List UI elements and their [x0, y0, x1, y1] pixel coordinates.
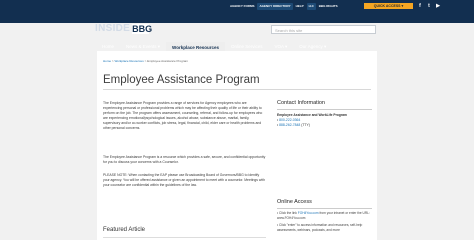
online-heading: Online Access — [277, 199, 312, 205]
contact-information-box: Contact Information Employee Assistance … — [277, 100, 372, 128]
nav-online-services[interactable]: Online Services — [225, 44, 269, 49]
breadcrumb-home[interactable]: Home — [103, 59, 111, 63]
online-bullet-1-prefix: • Click the link — [277, 211, 298, 215]
tty-label: (TTY) — [300, 123, 310, 127]
breadcrumb-current: Employee Assistance Program — [147, 59, 189, 63]
online-divider — [277, 208, 372, 209]
top-navigation-bar: AGENCY FORMS AGENCY DIRECTORY HELP H.C B… — [0, 0, 474, 34]
online-access-box: Online Access • Click the link FOH4You.c… — [277, 199, 372, 233]
utility-link-bbg-rights[interactable]: BBG RIGHTS — [317, 3, 340, 10]
title-divider — [103, 89, 371, 90]
intro-paragraph: The Employee Assistance Program provides… — [103, 101, 263, 130]
main-navigation: Home News & Events ▾ Workplace Resources… — [96, 42, 378, 53]
page-title: Employee Assistance Program — [103, 74, 260, 86]
logo-mark: BBG — [132, 23, 153, 34]
foh4you-link[interactable]: FOH4You.com — [298, 211, 319, 215]
phone-link-1[interactable]: 800-222-0364 — [279, 118, 300, 122]
utility-link-help[interactable]: HELP — [294, 3, 306, 10]
twitter-icon[interactable]: t — [426, 3, 432, 9]
facebook-icon[interactable]: f — [417, 3, 423, 9]
featured-divider — [103, 237, 266, 238]
resource-paragraph: The Employee Assistance Program is a res… — [103, 155, 266, 164]
logo-text: INSIDE — [95, 23, 131, 34]
nav-news-events[interactable]: News & Events ▾ — [120, 44, 166, 50]
nav-voa[interactable]: VOA ▾ — [269, 44, 294, 50]
phone-link-2[interactable]: 888-262-7848 — [279, 123, 300, 127]
social-links: f t ▶ — [417, 3, 441, 9]
contact-divider — [277, 109, 372, 110]
breadcrumb: Home > Workplace Resources > Employee As… — [103, 59, 188, 63]
featured-article-heading: Featured Article — [103, 227, 146, 233]
online-bullet-2: • Click "enter" to access information an… — [277, 223, 363, 232]
search-input[interactable]: Search this site — [271, 25, 376, 34]
utility-link-agency-forms[interactable]: AGENCY FORMS — [228, 3, 256, 10]
utility-link-hc[interactable]: H.C — [306, 3, 316, 10]
note-paragraph: PLEASE NOTE: When contacting the EAP ple… — [103, 173, 265, 187]
quick-access-button[interactable]: QUICK ACCESS ▾ — [364, 3, 413, 9]
youtube-icon[interactable]: ▶ — [435, 3, 441, 9]
contact-heading: Contact Information — [277, 100, 325, 106]
nav-our-agency[interactable]: Our Agency ▾ — [293, 44, 332, 50]
utility-links: AGENCY FORMS AGENCY DIRECTORY HELP H.C B… — [228, 3, 341, 10]
content-panel: Home > Workplace Resources > Employee As… — [97, 51, 377, 240]
breadcrumb-workplace-resources[interactable]: Workplace Resources — [114, 59, 143, 63]
utility-link-agency-directory[interactable]: AGENCY DIRECTORY — [257, 3, 293, 10]
site-logo[interactable]: INSIDE BBG — [95, 23, 153, 34]
nav-home[interactable]: Home — [96, 44, 120, 49]
phone-line-2: • 888-262-7848 (TTY) — [277, 123, 310, 127]
online-bullet-1: • Click the link FOH4You.com from your i… — [277, 211, 372, 221]
